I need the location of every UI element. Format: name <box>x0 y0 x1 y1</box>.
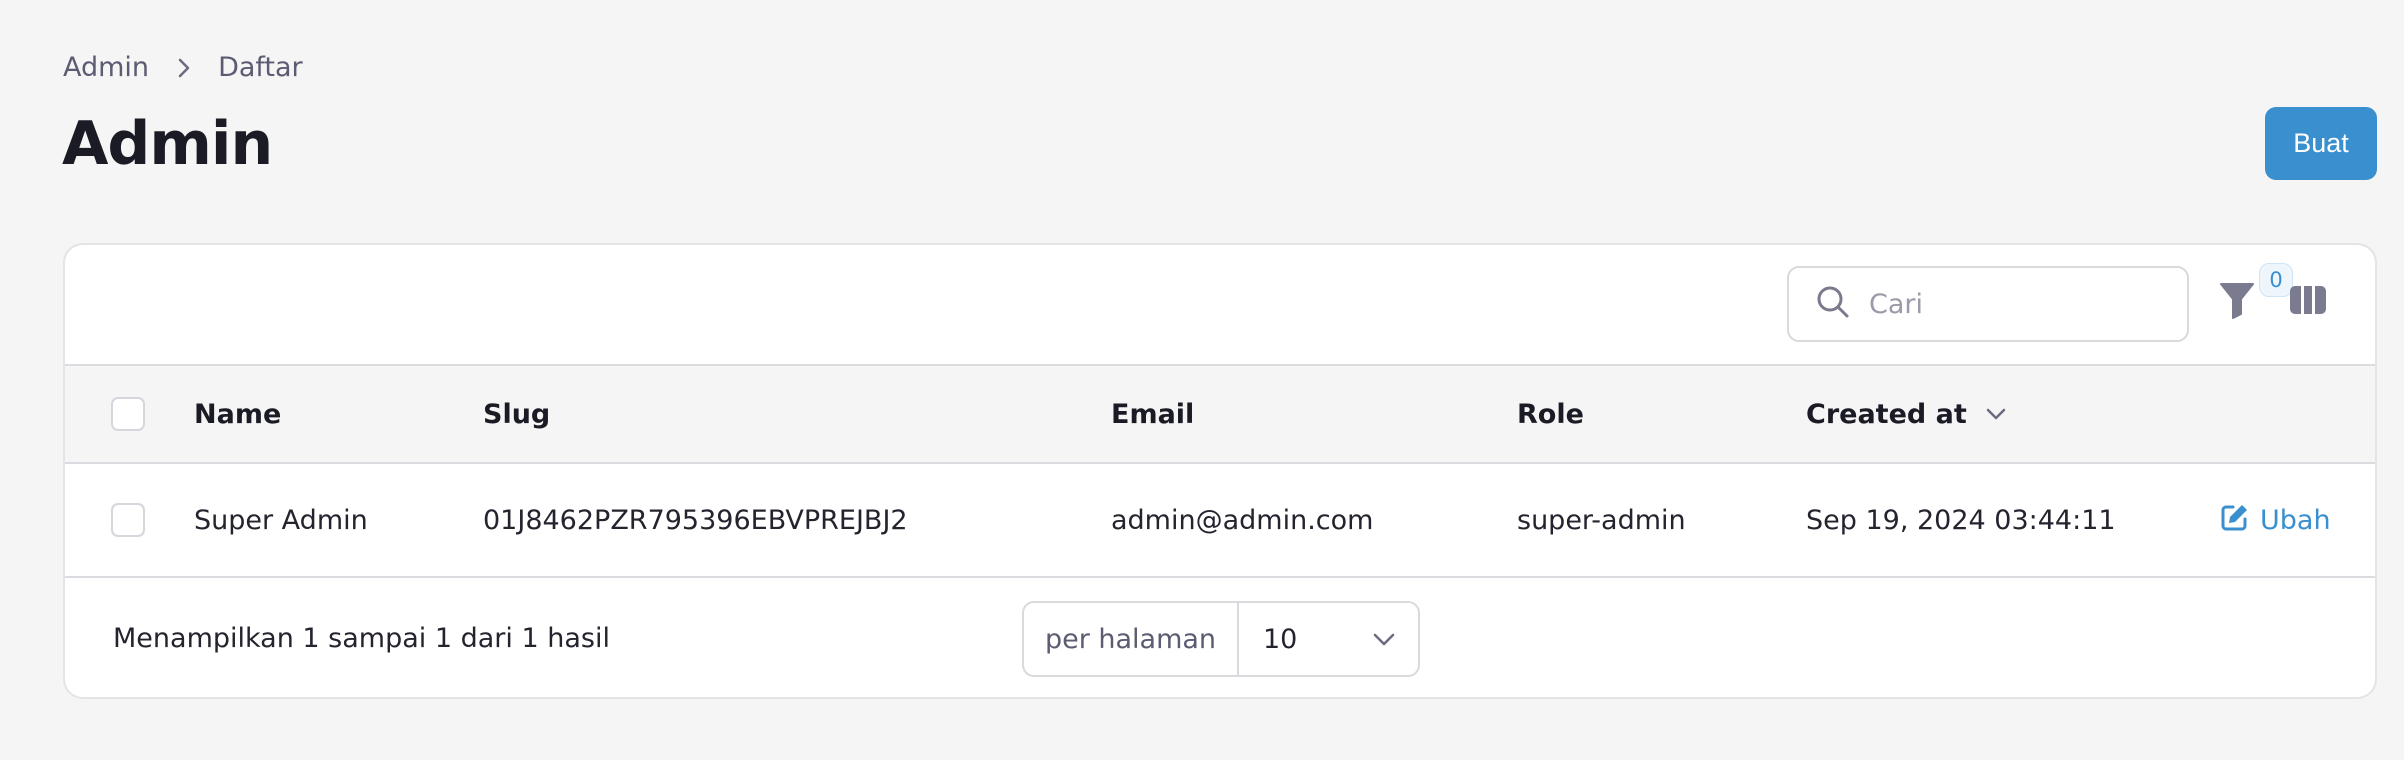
search-input[interactable] <box>1867 287 2171 321</box>
per-page-label: per halaman <box>1024 603 1239 675</box>
cell-created-at: Sep 19, 2024 03:44:11 <box>1806 504 2116 536</box>
select-all-checkbox[interactable] <box>111 397 145 431</box>
breadcrumb-item-daftar: Daftar <box>218 52 303 83</box>
chevron-down-icon <box>1985 407 2007 421</box>
column-header-role[interactable]: Role <box>1517 366 1584 462</box>
table-row: Super Admin 01J8462PZR795396EBVPREJBJ2 a… <box>65 464 2375 578</box>
filter-icon <box>2219 283 2255 324</box>
edit-action-link[interactable]: Ubah <box>2220 464 2331 576</box>
table-footer: Menampilkan 1 sampai 1 dari 1 hasil per … <box>65 578 2375 697</box>
table-header: Name Slug Email Role Created at <box>65 366 2375 464</box>
filter-count-badge: 0 <box>2259 263 2293 297</box>
per-page-selector[interactable]: per halaman 10 <box>1022 601 1420 677</box>
cell-role: super-admin <box>1517 504 1686 536</box>
column-header-email[interactable]: Email <box>1111 366 1194 462</box>
breadcrumb-item-admin[interactable]: Admin <box>63 52 149 83</box>
breadcrumb: Admin Daftar <box>63 52 303 83</box>
edit-action-label: Ubah <box>2260 504 2331 536</box>
per-page-select[interactable]: 10 <box>1239 603 1418 675</box>
column-header-name[interactable]: Name <box>194 366 281 462</box>
columns-icon <box>2289 286 2327 319</box>
page-title: Admin <box>62 109 273 179</box>
chevron-right-icon <box>177 57 191 79</box>
cell-email: admin@admin.com <box>1111 504 1374 536</box>
table-toolbar: 0 <box>65 245 2375 366</box>
per-page-value: 10 <box>1263 623 1298 655</box>
column-header-created-at[interactable]: Created at <box>1806 366 2007 462</box>
cell-slug: 01J8462PZR795396EBVPREJBJ2 <box>483 504 908 536</box>
edit-icon <box>2220 502 2260 539</box>
chevron-down-icon <box>1372 624 1396 655</box>
search-field[interactable] <box>1787 266 2189 342</box>
table-panel: 0 Name Slug Email Role Created at Super … <box>63 243 2377 699</box>
pagination-summary: Menampilkan 1 sampai 1 dari 1 hasil <box>113 623 610 654</box>
create-button[interactable]: Buat <box>2265 107 2377 180</box>
cell-name: Super Admin <box>194 504 368 536</box>
column-header-slug[interactable]: Slug <box>483 366 550 462</box>
row-checkbox[interactable] <box>111 503 145 537</box>
columns-toggle-button[interactable] <box>2289 285 2349 335</box>
search-icon <box>1815 284 1851 324</box>
